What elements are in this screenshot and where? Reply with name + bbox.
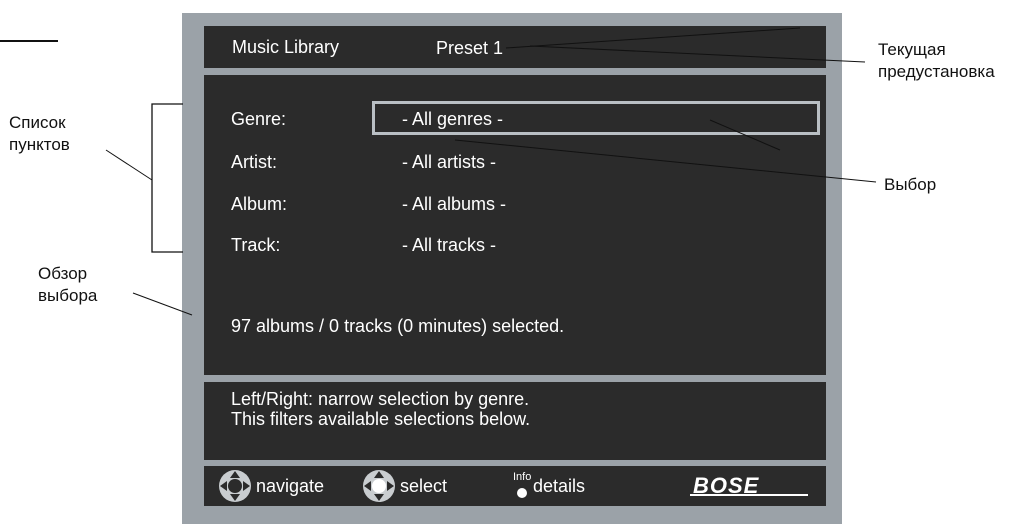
album-value[interactable]: - All albums - [402, 194, 506, 215]
genre-label: Genre: [231, 109, 287, 129]
annotation-overview-line2: выбора [38, 286, 98, 305]
annotation-current-preset-line1: Текущая [878, 40, 946, 59]
dpad-navigate-icon [219, 470, 251, 502]
dpad-select-icon [363, 470, 395, 502]
help-line-2: This filters available selections below. [231, 409, 531, 429]
track-label: Track: [231, 235, 281, 255]
info-button-label: Info [513, 471, 532, 483]
genre-value[interactable]: - All genres - [402, 109, 503, 130]
annotation-selection: Выбор [884, 175, 937, 194]
help-line-1: Left/Right: narrow selection by genre. [231, 389, 530, 409]
decorative-rule [0, 40, 58, 42]
details-label: details [533, 476, 586, 496]
info-dot-icon [517, 488, 527, 498]
annotation-item-list-line2: пунктов [9, 135, 70, 154]
logo-underline [690, 494, 808, 496]
annotation-current-preset-line2: предустановка [878, 62, 995, 81]
album-label: Album: [231, 194, 288, 214]
navigate-label: navigate [256, 476, 325, 496]
track-value[interactable]: - All tracks - [402, 235, 496, 256]
annotation-overview-line1: Обзор [38, 264, 88, 283]
artist-label: Artist: [231, 152, 278, 172]
artist-value[interactable]: - All artists - [402, 152, 496, 173]
annotation-item-list-line1: Список [9, 113, 66, 132]
selection-summary: 97 albums / 0 tracks (0 minutes) selecte… [231, 316, 565, 336]
page-title: Music Library [232, 37, 340, 57]
preset-label: Preset 1 [436, 38, 504, 58]
select-label: select [400, 476, 448, 496]
